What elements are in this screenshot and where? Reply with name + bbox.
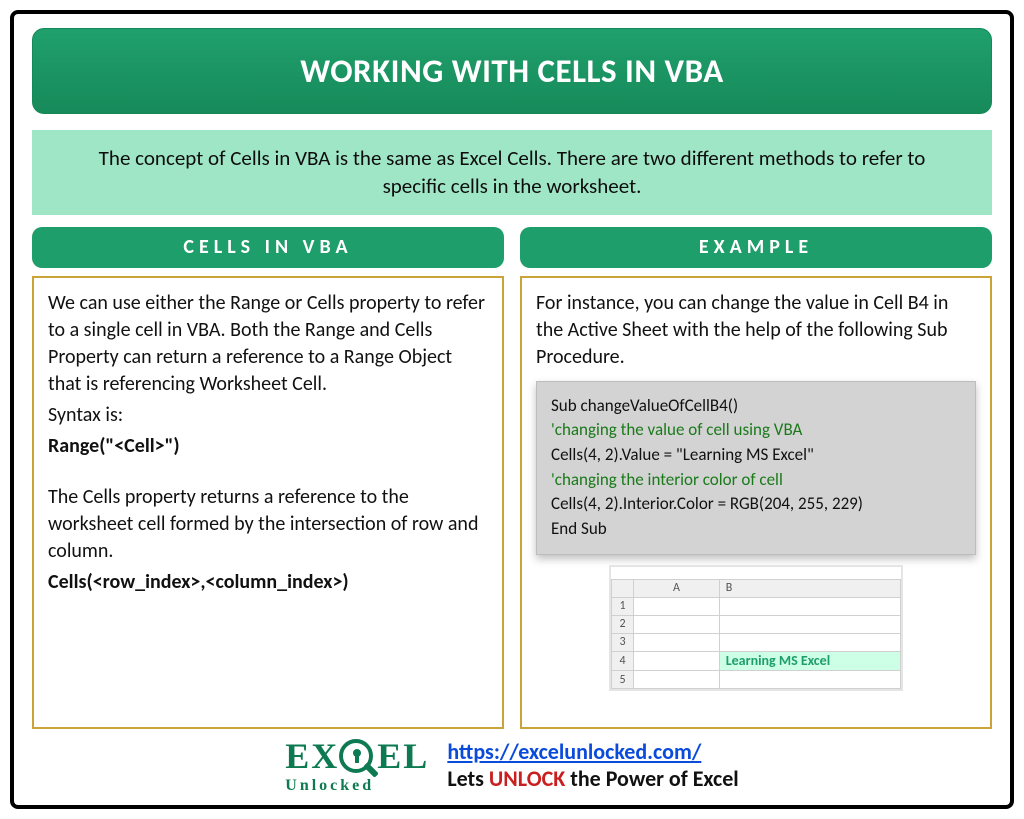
brand-logo: E X E L Unlocked (285, 735, 427, 795)
syntax-label: Syntax is: (48, 402, 488, 429)
footer-text-block: https://excelunlocked.com/ Lets UNLOCK t… (447, 738, 738, 792)
row-header: 5 (612, 671, 634, 689)
code-line: Cells(4, 2).Interior.Color = RGB(204, 25… (551, 492, 961, 517)
row-header: 3 (612, 633, 634, 651)
code-line: Cells(4, 2).Value = "Learning MS Excel" (551, 443, 961, 468)
corner-cell (612, 579, 634, 597)
logo-l: L (403, 735, 427, 777)
tagline-post: the Power of Excel (565, 765, 738, 792)
left-column: CELLS IN VBA We can use either the Range… (32, 227, 504, 729)
tagline-unlock: UNLOCK (489, 765, 565, 792)
right-section-body: For instance, you can change the value i… (520, 276, 992, 729)
col-header-a: A (634, 579, 720, 597)
right-section-header: EXAMPLE (520, 227, 992, 268)
example-intro: For instance, you can change the value i… (536, 290, 976, 371)
row-header: 4 (612, 651, 634, 671)
left-section-header: CELLS IN VBA (32, 227, 504, 268)
document-frame: WORKING WITH CELLS IN VBA The concept of… (10, 10, 1014, 809)
left-paragraph-2: The Cells property returns a reference t… (48, 484, 488, 565)
mini-spreadsheet: A B 1 2 3 4 Learning MS Excel 5 (609, 565, 903, 692)
intro-text: The concept of Cells in VBA is the same … (32, 130, 992, 215)
right-column: EXAMPLE For instance, you can change the… (520, 227, 992, 729)
cells-syntax: Cells(<row_index>,<column_index>) (48, 569, 488, 596)
code-comment: 'changing the interior color of cell (551, 468, 961, 493)
col-header-b: B (719, 579, 900, 597)
range-syntax: Range("<Cell>") (48, 433, 488, 460)
page-title: WORKING WITH CELLS IN VBA (32, 28, 992, 114)
left-paragraph-1: We can use either the Range or Cells pro… (48, 290, 488, 398)
logo-x: X (311, 735, 337, 777)
left-section-body: We can use either the Range or Cells pro… (32, 276, 504, 729)
footer-tagline: Lets UNLOCK the Power of Excel (447, 765, 738, 792)
code-block: Sub changeValueOfCellB4() 'changing the … (536, 381, 976, 555)
logo-subtitle: Unlocked (285, 777, 374, 795)
footer-link[interactable]: https://excelunlocked.com/ (447, 738, 701, 765)
tagline-pre: Lets (447, 765, 489, 792)
row-header: 1 (612, 597, 634, 615)
code-line: End Sub (551, 517, 961, 542)
footer: E X E L Unlocked https://excelunlocked.c… (32, 735, 992, 797)
content-columns: CELLS IN VBA We can use either the Range… (32, 227, 992, 729)
code-comment: 'changing the value of cell using VBA (551, 418, 961, 443)
logo-e: E (285, 735, 309, 777)
code-line: Sub changeValueOfCellB4() (551, 394, 961, 419)
logo-e2: E (377, 735, 401, 777)
magnifier-icon (339, 739, 373, 773)
cell-b4: Learning MS Excel (719, 651, 900, 671)
row-header: 2 (612, 615, 634, 633)
